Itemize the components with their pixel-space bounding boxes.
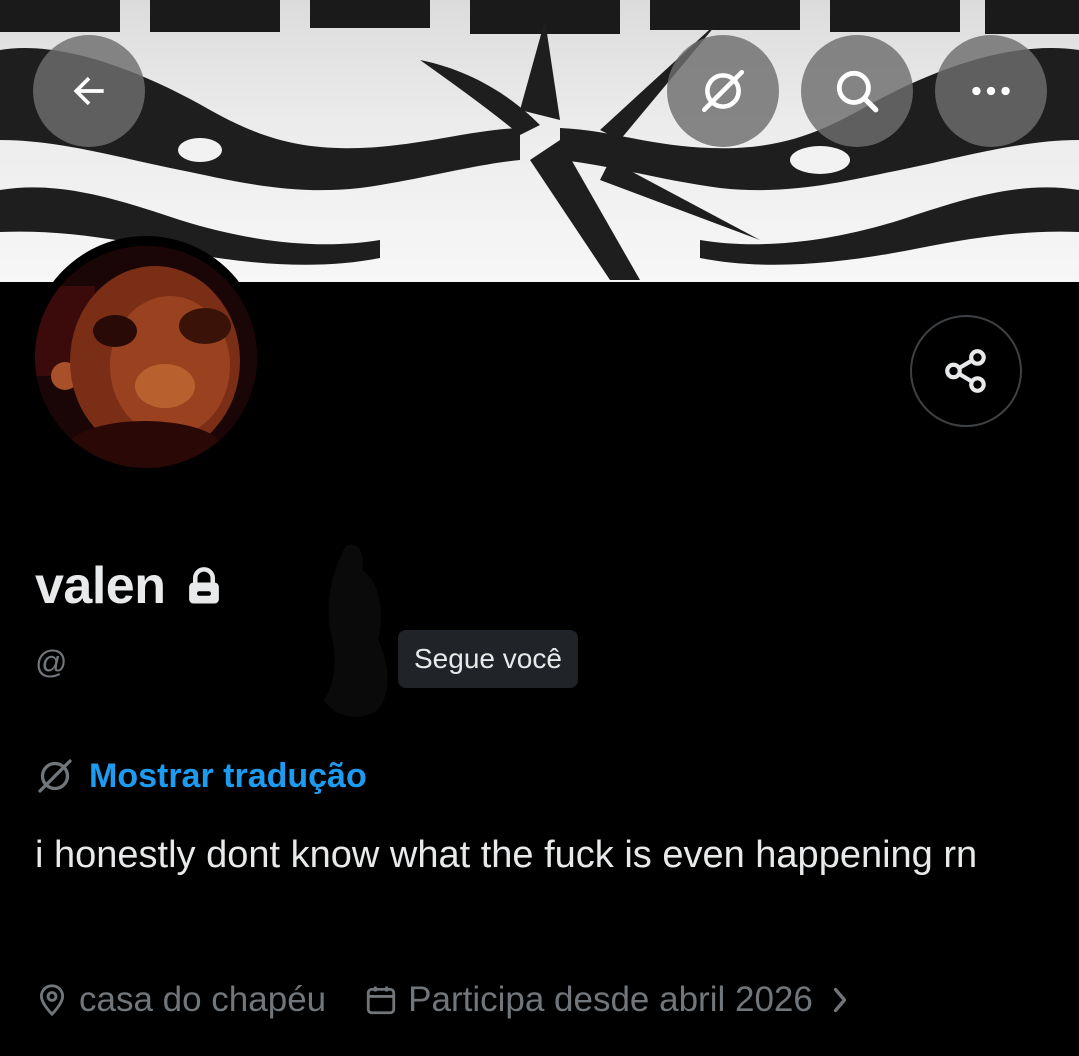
- grok-icon: [38, 759, 72, 793]
- lock-icon: [189, 567, 220, 604]
- profile-bio: i honestly dont know what the fuck is ev…: [35, 834, 978, 876]
- calendar-icon: [366, 986, 396, 1015]
- avatar[interactable]: [35, 246, 257, 468]
- location-text: casa do chapéu: [79, 980, 327, 1019]
- more-icon: [972, 86, 1010, 96]
- grok-icon: [701, 69, 745, 113]
- follows-you-badge: Segue você: [398, 630, 578, 688]
- joined-item[interactable]: Participa desde abril 2026: [364, 980, 861, 1020]
- profile-page: valen @ Segue você Mostrar tradução i ho…: [0, 0, 1079, 1056]
- location-item: casa do chapéu: [35, 980, 326, 1020]
- share-icon: [945, 349, 986, 393]
- profile-meta: casa do chapéu Participa desde abril 202…: [35, 980, 861, 1020]
- more-button[interactable]: [935, 35, 1047, 147]
- joined-text: Participa desde abril 2026: [408, 980, 813, 1019]
- redaction-smudge: [324, 544, 388, 717]
- grok-button[interactable]: [667, 35, 779, 147]
- username: @: [35, 644, 68, 680]
- search-button[interactable]: [801, 35, 913, 147]
- share-button[interactable]: [910, 315, 1022, 427]
- location-pin-icon: [39, 984, 65, 1017]
- back-button[interactable]: [33, 35, 145, 147]
- display-name-row: valen: [35, 556, 225, 616]
- show-translation-link[interactable]: Mostrar tradução: [89, 757, 367, 796]
- display-name: valen: [35, 557, 166, 615]
- avatar-photo: [35, 246, 257, 468]
- translate-row[interactable]: Mostrar tradução: [35, 756, 367, 796]
- back-arrow-icon: [73, 76, 104, 106]
- chevron-right-icon: [833, 987, 847, 1013]
- search-icon: [836, 70, 879, 113]
